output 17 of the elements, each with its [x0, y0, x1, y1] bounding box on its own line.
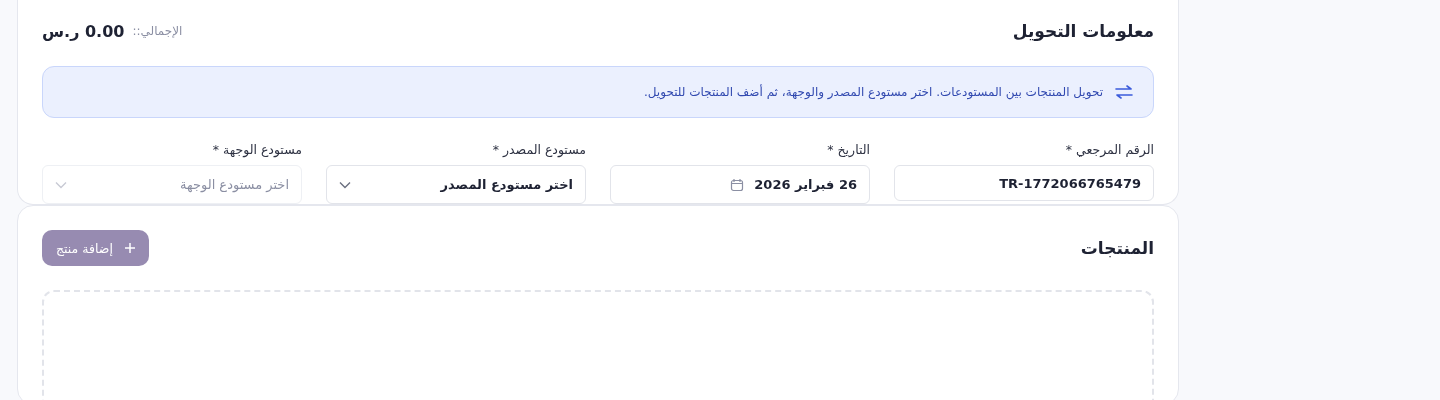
field-label: مستودع المصدر * [491, 142, 586, 157]
field-label: التاريخ * [826, 142, 870, 157]
info-text: تحويل المنتجات بين المستودعات. اختر مستودع المصدر والوجهة، ثم أضف المنتجات للتحويل. [643, 85, 1103, 99]
date-picker[interactable]: 26 فبراير 2026 [610, 165, 870, 204]
field-label: مستودع الوجهة * [211, 142, 302, 157]
field-label: الرقم المرجعي * [1064, 142, 1154, 157]
warehouse-select[interactable]: اختر مستودع المصدر [326, 165, 586, 204]
chevron-down-icon [55, 180, 67, 189]
calendar-icon [730, 177, 745, 192]
swap-arrows-icon [1115, 85, 1133, 99]
chevron-down-icon [339, 180, 351, 189]
section-title: معلومات التحويل [1012, 21, 1154, 41]
section-title: المنتجات [1080, 238, 1154, 258]
total-label: الإجمالي:: [132, 24, 183, 38]
total-value: 0.00 ر.س [42, 21, 125, 41]
plus-icon [124, 243, 135, 253]
reference-input[interactable]: TR-1772066765479 [894, 165, 1154, 201]
